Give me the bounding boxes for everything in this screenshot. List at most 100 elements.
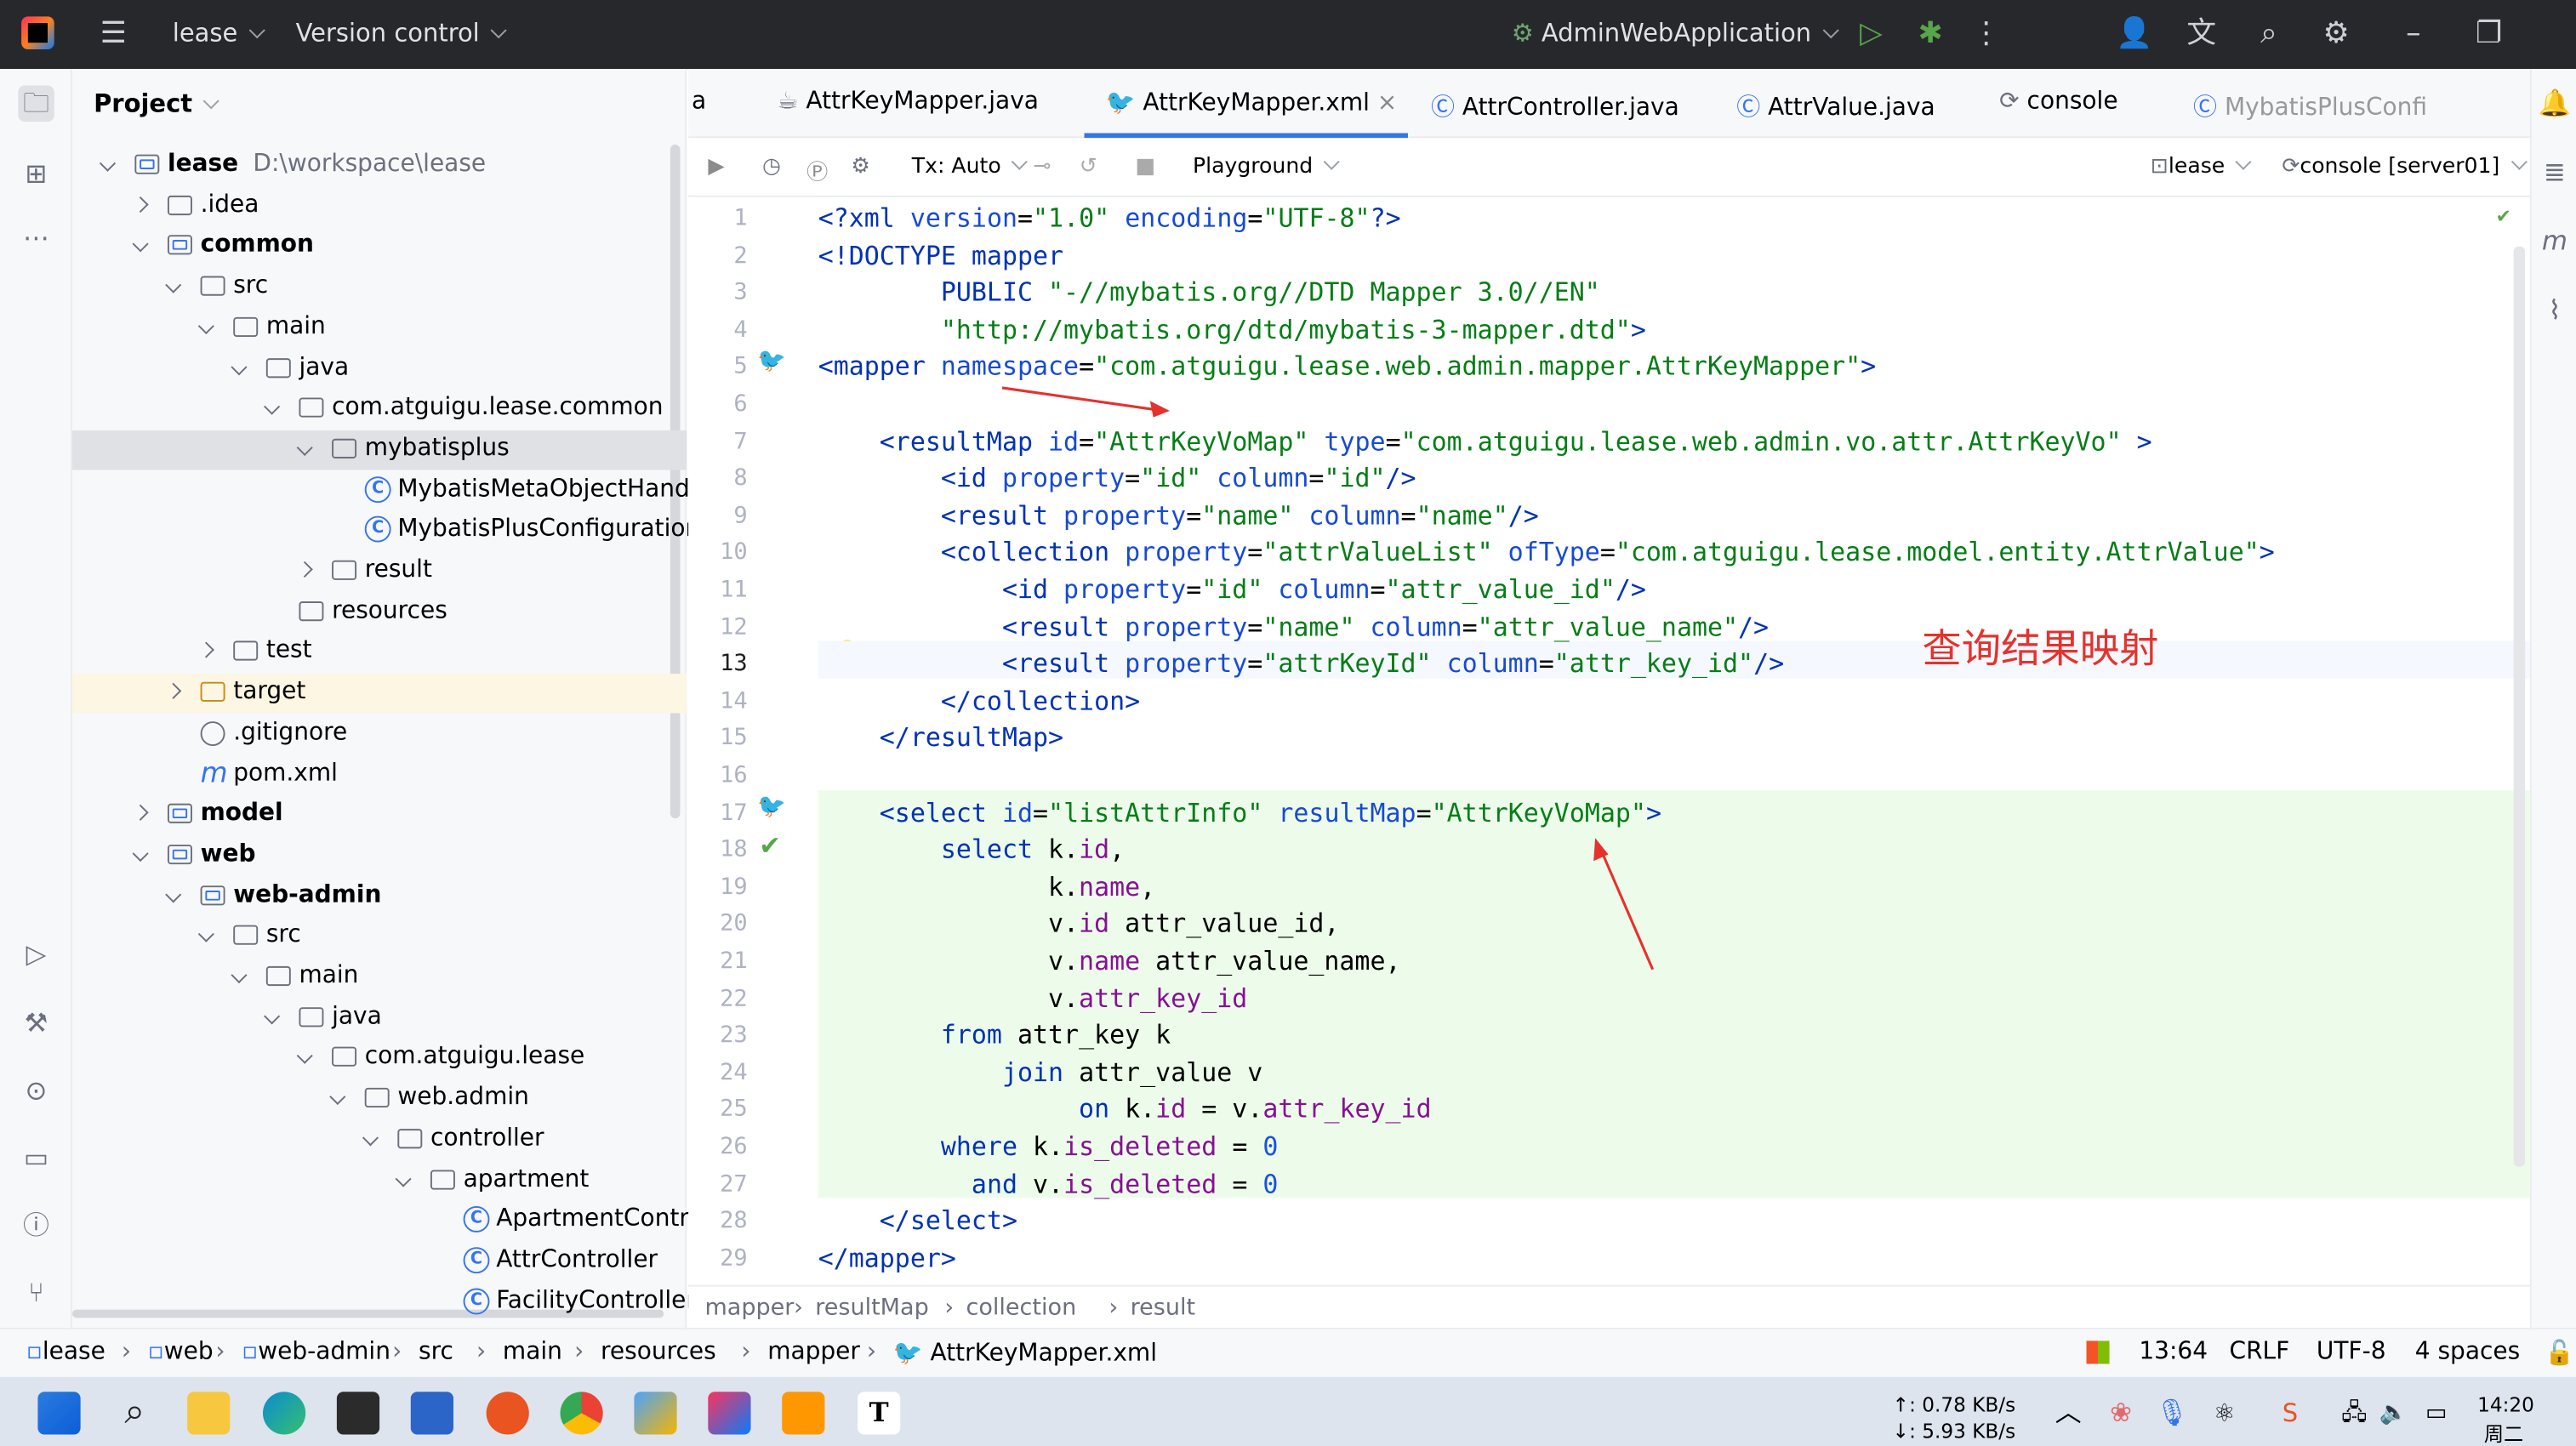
sublime-icon[interactable] [782, 1392, 825, 1435]
explain-icon[interactable]: Ⓟ [806, 155, 828, 185]
battery-icon[interactable]: ▭ [2415, 1392, 2458, 1434]
chevron-down-icon[interactable] [197, 317, 214, 334]
commit-icon[interactable]: ⊸ [1034, 155, 1051, 179]
minimize-icon[interactable]: – [2396, 16, 2431, 53]
translate-icon[interactable]: 文 [2183, 16, 2219, 53]
search-icon[interactable]: ⌕ [2251, 16, 2287, 53]
tree-item[interactable]: java [72, 999, 687, 1038]
editor-tab[interactable]: ☕ AttrKeyMapper.java [777, 88, 1039, 115]
edge-icon[interactable] [262, 1392, 306, 1435]
breadcrumb-item[interactable]: mapper [704, 1295, 794, 1321]
tree-item[interactable]: main [72, 958, 687, 997]
restore-icon[interactable]: ❐ [2471, 16, 2506, 53]
breadcrumb-item[interactable]: result [1131, 1295, 1195, 1321]
sogou-icon[interactable]: S [2269, 1392, 2311, 1434]
git-icon[interactable]: ⑂ [18, 1275, 54, 1312]
run-tool-icon[interactable]: ▷ [18, 936, 54, 973]
execute-icon[interactable]: ▶ [708, 155, 724, 179]
status-path-item[interactable]: 🐦 AttrKeyMapper.xml [893, 1339, 1157, 1367]
close-icon[interactable]: × [1370, 90, 1398, 117]
chevron-down-icon[interactable] [132, 845, 149, 862]
chrome-icon[interactable] [560, 1392, 603, 1435]
tree-item[interactable]: lease D:\workspace\lease [72, 146, 687, 185]
tree-item[interactable]: .idea [72, 187, 687, 226]
ime-icon[interactable]: ⚛ [2203, 1392, 2246, 1434]
build-icon[interactable]: ⚒ [18, 1005, 54, 1042]
rollback-icon[interactable]: ↺ [1080, 155, 1097, 179]
more-tools-icon[interactable]: ⋯ [18, 220, 54, 257]
volume-icon[interactable]: 🔈 [2373, 1392, 2415, 1434]
stop-icon[interactable]: ■ [1135, 155, 1155, 179]
clock-time[interactable]: 14:20 [2477, 1393, 2534, 1416]
chevron-down-icon[interactable] [264, 1007, 281, 1024]
notifications-icon[interactable]: 🔔 [2537, 85, 2573, 122]
editor-tab[interactable]: 🐦 AttrKeyMapper.xml × [1106, 88, 1398, 117]
tree-item[interactable]: apartment [72, 1161, 687, 1200]
history-icon[interactable]: ◷ [762, 155, 781, 179]
tree-item[interactable]: C ApartmentControll [72, 1202, 716, 1241]
chevron-down-icon[interactable] [165, 276, 182, 293]
mybatis-bird-icon-2[interactable]: 🐦 [757, 794, 786, 820]
breadcrumb-item[interactable]: collection [966, 1295, 1076, 1321]
plugin-icon[interactable]: ⌇ [2537, 293, 2573, 329]
tree-item[interactable]: web.admin [72, 1079, 687, 1119]
structure-icon[interactable]: ⊞ [18, 157, 54, 193]
editor-tab[interactable]: a [692, 88, 706, 115]
account-icon[interactable]: 👤 [2116, 16, 2152, 53]
settings-icon[interactable]: ⚙ [2318, 16, 2354, 53]
tree-item[interactable]: C AttrController [72, 1242, 687, 1281]
playground-selector[interactable]: Playground [1193, 153, 1340, 179]
settings-small-icon[interactable]: ⚙ [851, 155, 870, 179]
tree-item[interactable]: model [72, 795, 687, 834]
breadcrumb-item[interactable]: resultMap [815, 1295, 929, 1321]
editor-scrollbar[interactable] [2513, 246, 2526, 1167]
clock-day[interactable]: 周二 [2484, 1420, 2523, 1446]
datasource-selector[interactable]: ⊡lease [2151, 153, 2253, 179]
editor-tab[interactable]: Ⓒ AttrValue.java [1736, 88, 1935, 123]
tree-item[interactable]: test [72, 634, 687, 673]
terminal-app-icon[interactable] [336, 1392, 380, 1435]
status-path-item[interactable]: ▫web [148, 1339, 214, 1365]
tree-item[interactable]: C MybatisMetaObjectHandle [72, 471, 711, 510]
status-path-item[interactable]: ▫lease [26, 1339, 105, 1365]
more-icon[interactable]: ⋮ [1968, 16, 2003, 53]
indent-setting[interactable]: 4 spaces [2415, 1339, 2520, 1365]
tree-item[interactable]: src [72, 918, 687, 957]
chevron-right-icon[interactable] [132, 805, 149, 822]
chevron-down-icon[interactable] [296, 1048, 313, 1065]
status-path-item[interactable]: ▫web-admin [242, 1339, 390, 1365]
tree-item[interactable]: java [72, 350, 687, 389]
project-selector[interactable]: lease [173, 18, 265, 48]
chevron-down-icon[interactable] [329, 1089, 346, 1106]
chevron-right-icon[interactable] [132, 196, 149, 213]
project-tool-icon[interactable]: 🗀 [18, 85, 54, 122]
network-icon[interactable]: 🖧 [2333, 1392, 2375, 1434]
status-path-item[interactable]: resources [601, 1339, 716, 1365]
tree-item[interactable]: main [72, 309, 687, 348]
typora-icon[interactable]: T [858, 1392, 901, 1435]
code-editor[interactable]: ✔ <?xml version="1.0" encoding="UTF-8"?>… [818, 197, 2530, 1285]
editor-tab[interactable]: Ⓒ MybatisPlusConfi [2193, 88, 2427, 123]
intellij-icon[interactable] [708, 1392, 751, 1435]
run-icon[interactable]: ▷ [1853, 16, 1889, 53]
ubuntu-icon[interactable] [486, 1392, 529, 1435]
chevron-down-icon[interactable] [165, 885, 182, 902]
line-separator[interactable]: CRLF [2230, 1339, 2290, 1365]
tx-mode-selector[interactable]: Tx: Auto [912, 153, 1029, 179]
chevron-right-icon[interactable] [296, 561, 313, 578]
chevron-down-icon[interactable] [264, 398, 281, 416]
tree-item[interactable]: mybatisplus [71, 430, 687, 470]
lock-icon[interactable]: 🔓 [2545, 1339, 2574, 1367]
tree-item[interactable]: .gitignore [72, 714, 687, 754]
editor-tab[interactable]: ⟳ console [1999, 88, 2117, 115]
show-desktop[interactable] [2563, 1377, 2576, 1446]
chevron-down-icon[interactable] [296, 439, 313, 456]
status-path-item[interactable]: src [419, 1339, 453, 1365]
status-path-item[interactable]: main [503, 1339, 562, 1365]
app-logo[interactable] [21, 16, 54, 49]
vcs-menu[interactable]: Version control [296, 18, 507, 48]
status-path-item[interactable]: mapper [767, 1339, 860, 1365]
file-encoding[interactable]: UTF-8 [2317, 1339, 2386, 1365]
file-explorer-icon[interactable] [187, 1392, 231, 1435]
services-icon[interactable]: ⊙ [18, 1073, 54, 1109]
